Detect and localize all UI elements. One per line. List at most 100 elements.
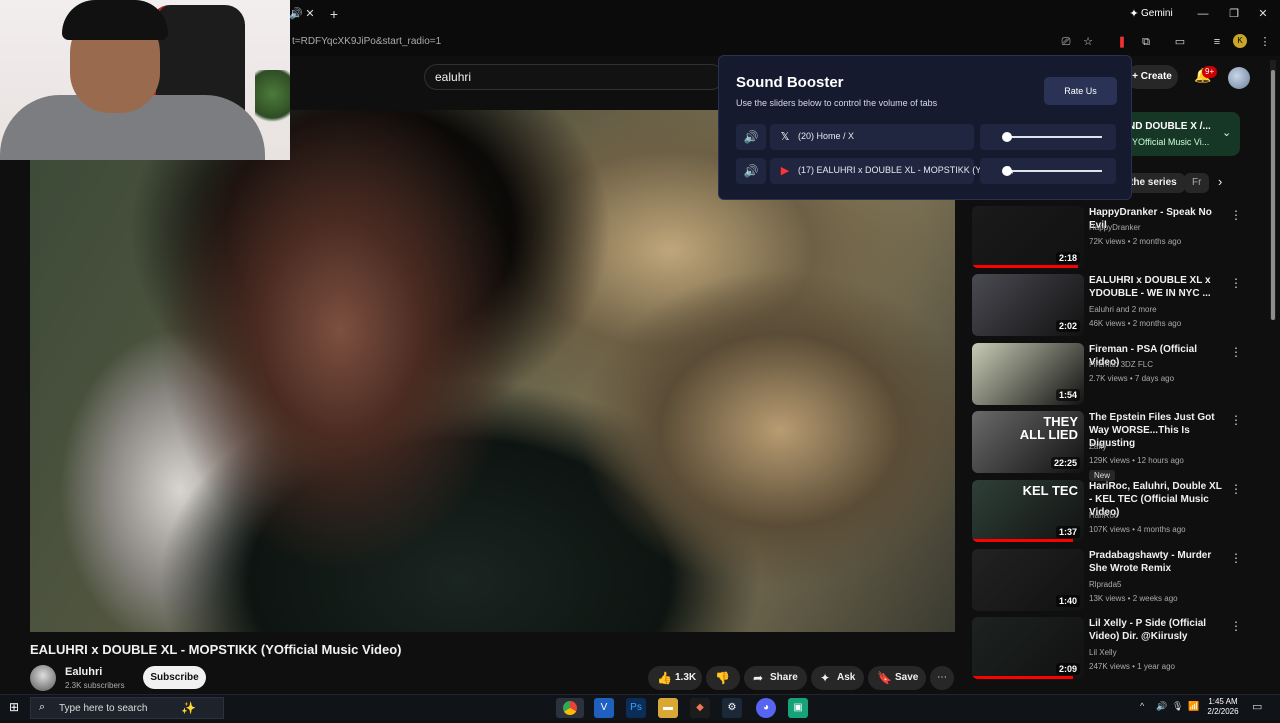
bookmark-star-icon[interactable]: ☆ — [1080, 34, 1096, 50]
rate-us-button[interactable]: Rate Us — [1044, 77, 1117, 105]
share-label: Share — [770, 672, 798, 683]
recommendation-channel[interactable]: Rlprada5 — [1089, 580, 1121, 589]
search-value[interactable]: ealuhri — [435, 70, 471, 84]
channel-avatar[interactable] — [30, 665, 56, 691]
file-explorer-taskbar-icon[interactable]: ▬ — [658, 698, 678, 718]
browser-menu-icon[interactable]: ⋮ — [1257, 34, 1273, 50]
recommendation-channel[interactable]: HariRoc — [1089, 511, 1118, 520]
slider-thumb[interactable] — [1002, 132, 1012, 142]
more-vertical-icon[interactable]: ⋮ — [1230, 345, 1242, 359]
like-button[interactable]: 👍 1.3K — [648, 666, 702, 690]
now-playing-panel[interactable]: ND DOUBLE X /... YOfficial Music Vi... ⌄ — [1118, 112, 1240, 156]
chrome-taskbar-icon[interactable] — [556, 698, 584, 718]
volume-slider[interactable] — [980, 124, 1116, 150]
taskbar-search-box[interactable]: ⌕ Type here to search ✨ — [30, 697, 224, 719]
volume-tray-icon[interactable]: 🔊 — [1156, 701, 1167, 712]
extension-sound-booster-icon[interactable]: ❚ — [1114, 34, 1130, 50]
gemini-label[interactable]: Gemini — [1141, 8, 1173, 19]
chevron-right-icon[interactable]: › — [1218, 174, 1222, 189]
more-vertical-icon[interactable]: ⋮ — [1230, 551, 1242, 565]
slider-track[interactable] — [1006, 136, 1102, 138]
visual-studio-taskbar-icon[interactable]: V — [594, 698, 614, 718]
url-text[interactable]: t=RDFYqcXK9JiPo&start_radio=1 — [292, 36, 441, 47]
recommendation-item[interactable]: THEY ALL LIED 22:25 The Epstein Files Just… — [972, 411, 1242, 481]
tab-label-box[interactable]: ▶ (17) EALUHRI x DOUBLE XL - MOPSTIKK (Y… — [770, 158, 988, 184]
recommendation-channel[interactable]: Zaffy — [1089, 442, 1107, 451]
media-controls-icon[interactable]: ≡ — [1209, 34, 1225, 50]
video-thumbnail[interactable]: 2:18 — [972, 206, 1084, 268]
app-taskbar-icon[interactable]: ▣ — [788, 698, 808, 718]
microphone-tray-icon[interactable]: 🎙 — [1172, 701, 1183, 712]
windows-start-icon[interactable]: ⊞ — [9, 700, 19, 714]
recommendation-title[interactable]: The Epstein Files Just Got Way WORSE...T… — [1089, 411, 1224, 450]
install-icon[interactable]: ⎚ — [1058, 34, 1074, 50]
chevron-down-icon[interactable]: ⌄ — [1222, 126, 1231, 139]
recommendation-title[interactable]: Pradabagshawty - Murder She Wrote Remix — [1089, 549, 1224, 575]
recommendation-channel[interactable]: Lil Xelly — [1089, 648, 1117, 657]
tab-label-box[interactable]: 𝕏 (20) Home / X — [770, 124, 974, 150]
dislike-button[interactable]: 👎 — [706, 666, 740, 690]
save-button[interactable]: 🔖 Save — [868, 666, 926, 690]
discord-taskbar-icon[interactable]: ◕ — [756, 698, 776, 718]
like-count: 1.3K — [675, 672, 697, 683]
recommendation-item[interactable]: 2:02 EALUHRI x DOUBLE XL x YDOUBLE - WE I… — [972, 274, 1242, 338]
more-actions-button[interactable]: ⋯ — [930, 666, 954, 690]
create-button[interactable]: + Create — [1126, 65, 1178, 89]
taskbar-clock[interactable]: 1:45 AM 2/2/2026 — [1205, 697, 1241, 717]
search-input[interactable]: ealuhri — [424, 64, 724, 90]
more-vertical-icon[interactable]: ⋮ — [1230, 619, 1242, 633]
network-tray-icon[interactable]: 📶 — [1188, 701, 1199, 712]
scrollbar-thumb[interactable] — [1271, 70, 1275, 320]
share-button[interactable]: ➦ Share — [744, 666, 807, 690]
more-vertical-icon[interactable]: ⋮ — [1230, 276, 1242, 290]
minimize-icon[interactable]: — — [1195, 6, 1211, 22]
restore-icon[interactable]: ❐ — [1226, 6, 1242, 22]
cast-icon[interactable]: ▭ — [1172, 34, 1188, 50]
recommendation-item[interactable]: 2:18 HappyDranker - Speak No Evil HappyDra… — [972, 206, 1242, 270]
game-taskbar-icon[interactable]: ◆ — [690, 698, 710, 718]
speaker-icon[interactable]: 🔊 — [736, 158, 766, 184]
tab-close-icon[interactable]: ✕ — [302, 6, 318, 22]
photoshop-taskbar-icon[interactable]: Ps — [626, 698, 646, 718]
account-avatar[interactable] — [1228, 67, 1250, 89]
video-duration: 1:54 — [1055, 389, 1080, 401]
sound-booster-popup: Sound Booster Use the sliders below to c… — [718, 55, 1132, 200]
video-thumbnail[interactable]: 2:02 — [972, 274, 1084, 336]
tab-volume-row: 🔊 𝕏 (20) Home / X — [736, 124, 1116, 150]
recommendation-channel[interactable]: Ealuhri and 2 more — [1089, 305, 1157, 314]
tray-chevron-icon[interactable]: ^ — [1140, 701, 1144, 711]
volume-slider[interactable] — [980, 158, 1116, 184]
recommendation-item[interactable]: 2:09 Lil Xelly - P Side (Official Video) … — [972, 617, 1242, 681]
video-thumbnail[interactable]: 1:54 — [972, 343, 1084, 405]
more-vertical-icon[interactable]: ⋮ — [1230, 413, 1242, 427]
recommendation-title[interactable]: Lil Xelly - P Side (Official Video) Dir.… — [1089, 617, 1224, 643]
chip-fr[interactable]: Fr — [1184, 173, 1210, 193]
video-thumbnail[interactable]: 1:40 — [972, 549, 1084, 611]
recommendation-channel[interactable]: Fireman 3DZ FLC — [1089, 360, 1153, 369]
recommendation-title[interactable]: EALUHRI x DOUBLE XL x YDOUBLE - WE IN NY… — [1089, 274, 1224, 300]
tab-volume-row: 🔊 ▶ (17) EALUHRI x DOUBLE XL - MOPSTIKK … — [736, 158, 1116, 184]
window-close-icon[interactable]: ✕ — [1255, 6, 1271, 22]
video-thumbnail[interactable]: THEY ALL LIED 22:25 — [972, 411, 1084, 473]
new-tab-icon[interactable]: + — [326, 6, 342, 22]
recommendation-channel[interactable]: HappyDranker — [1089, 223, 1141, 232]
slider-track[interactable] — [1006, 170, 1102, 172]
recommendation-item[interactable]: 1:54 Fireman - PSA (Official Video) Firema… — [972, 343, 1242, 407]
steam-taskbar-icon[interactable]: ⚙ — [722, 698, 742, 718]
ask-button[interactable]: ✦ Ask — [811, 666, 864, 690]
notification-center-icon[interactable]: ▭ — [1252, 700, 1262, 713]
more-vertical-icon[interactable]: ⋮ — [1230, 208, 1242, 222]
extensions-puzzle-icon[interactable]: ⧉ — [1138, 34, 1154, 50]
speaker-icon[interactable]: 🔊 — [736, 124, 766, 150]
profile-icon[interactable]: K — [1233, 34, 1247, 48]
gemini-icon[interactable]: ✦ — [1126, 6, 1142, 22]
recommendation-item[interactable]: 1:40 Pradabagshawty - Murder She Wrote Re… — [972, 549, 1242, 613]
video-thumbnail[interactable]: 2:09 — [972, 617, 1084, 679]
more-vertical-icon[interactable]: ⋮ — [1230, 482, 1242, 496]
subscribe-button[interactable]: Subscribe — [143, 666, 206, 689]
recommendation-item[interactable]: KEL TEC 1:37 HariRoc, Ealuhri, Double XL -… — [972, 480, 1242, 544]
channel-name[interactable]: Ealuhri — [65, 666, 102, 678]
plus-icon: + — [1132, 71, 1141, 82]
youtube-logo-icon: ▶ — [780, 165, 790, 177]
video-thumbnail[interactable]: KEL TEC 1:37 — [972, 480, 1084, 542]
